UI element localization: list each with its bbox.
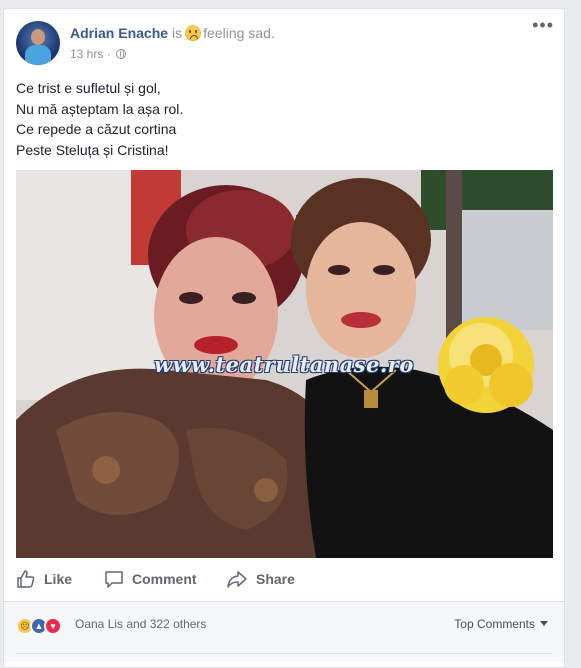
post-photo[interactable]: www.teatrultanase.ro xyxy=(16,170,553,558)
comment-label: Comment xyxy=(132,571,197,587)
photo-watermark: www.teatrultanase.ro xyxy=(154,352,414,377)
avatar-body xyxy=(25,45,51,65)
author-avatar[interactable] xyxy=(16,21,60,65)
sad-face-emoji-icon xyxy=(185,25,202,41)
reaction-icons[interactable]: ☹ ▲ ♥ xyxy=(16,617,72,635)
like-thumb-icon xyxy=(17,570,35,588)
post-line: Ce trist e sufletul și gol, xyxy=(16,80,161,96)
post-line: Ce repede a căzut cortina xyxy=(16,121,177,137)
action-bar: Like Comment Share xyxy=(16,567,553,591)
reaction-summary[interactable]: Oana Lis and 322 others xyxy=(75,617,206,631)
share-label: Share xyxy=(256,571,295,587)
meta-separator: · xyxy=(106,47,111,61)
divider xyxy=(16,653,552,654)
share-arrow-icon xyxy=(227,571,247,588)
post-line: Nu mă așteptam la așa rol. xyxy=(16,100,184,117)
top-comments-label: Top Comments xyxy=(454,617,535,631)
like-label: Like xyxy=(44,571,73,587)
top-comments-dropdown[interactable]: Top Comments xyxy=(454,617,548,631)
more-options-icon[interactable]: ••• xyxy=(532,16,554,34)
love-reaction-icon: ♥ xyxy=(44,617,62,635)
share-button[interactable]: Share xyxy=(226,567,295,591)
comment-bubble-icon xyxy=(105,571,123,588)
is-word: is xyxy=(172,25,183,41)
post-meta: 13 hrs · xyxy=(70,47,127,61)
author-name[interactable]: Adrian Enache xyxy=(70,25,168,41)
caret-down-icon xyxy=(540,621,548,626)
avatar-head xyxy=(31,29,45,45)
post-text: Ce trist e sufletul și gol, Nu mă aștept… xyxy=(16,78,183,160)
like-button[interactable]: Like xyxy=(16,567,72,591)
feeling-text[interactable]: feeling sad. xyxy=(203,25,275,41)
globe-icon[interactable] xyxy=(116,49,127,59)
post-card: Adrian Enache is feeling sad. 13 hrs · •••… xyxy=(3,8,565,668)
comment-button[interactable]: Comment xyxy=(104,567,197,591)
post-line: Peste Steluța și Cristina! xyxy=(16,141,169,158)
post-time[interactable]: 13 hrs xyxy=(70,47,103,61)
post-header: Adrian Enache is feeling sad. xyxy=(70,25,275,41)
